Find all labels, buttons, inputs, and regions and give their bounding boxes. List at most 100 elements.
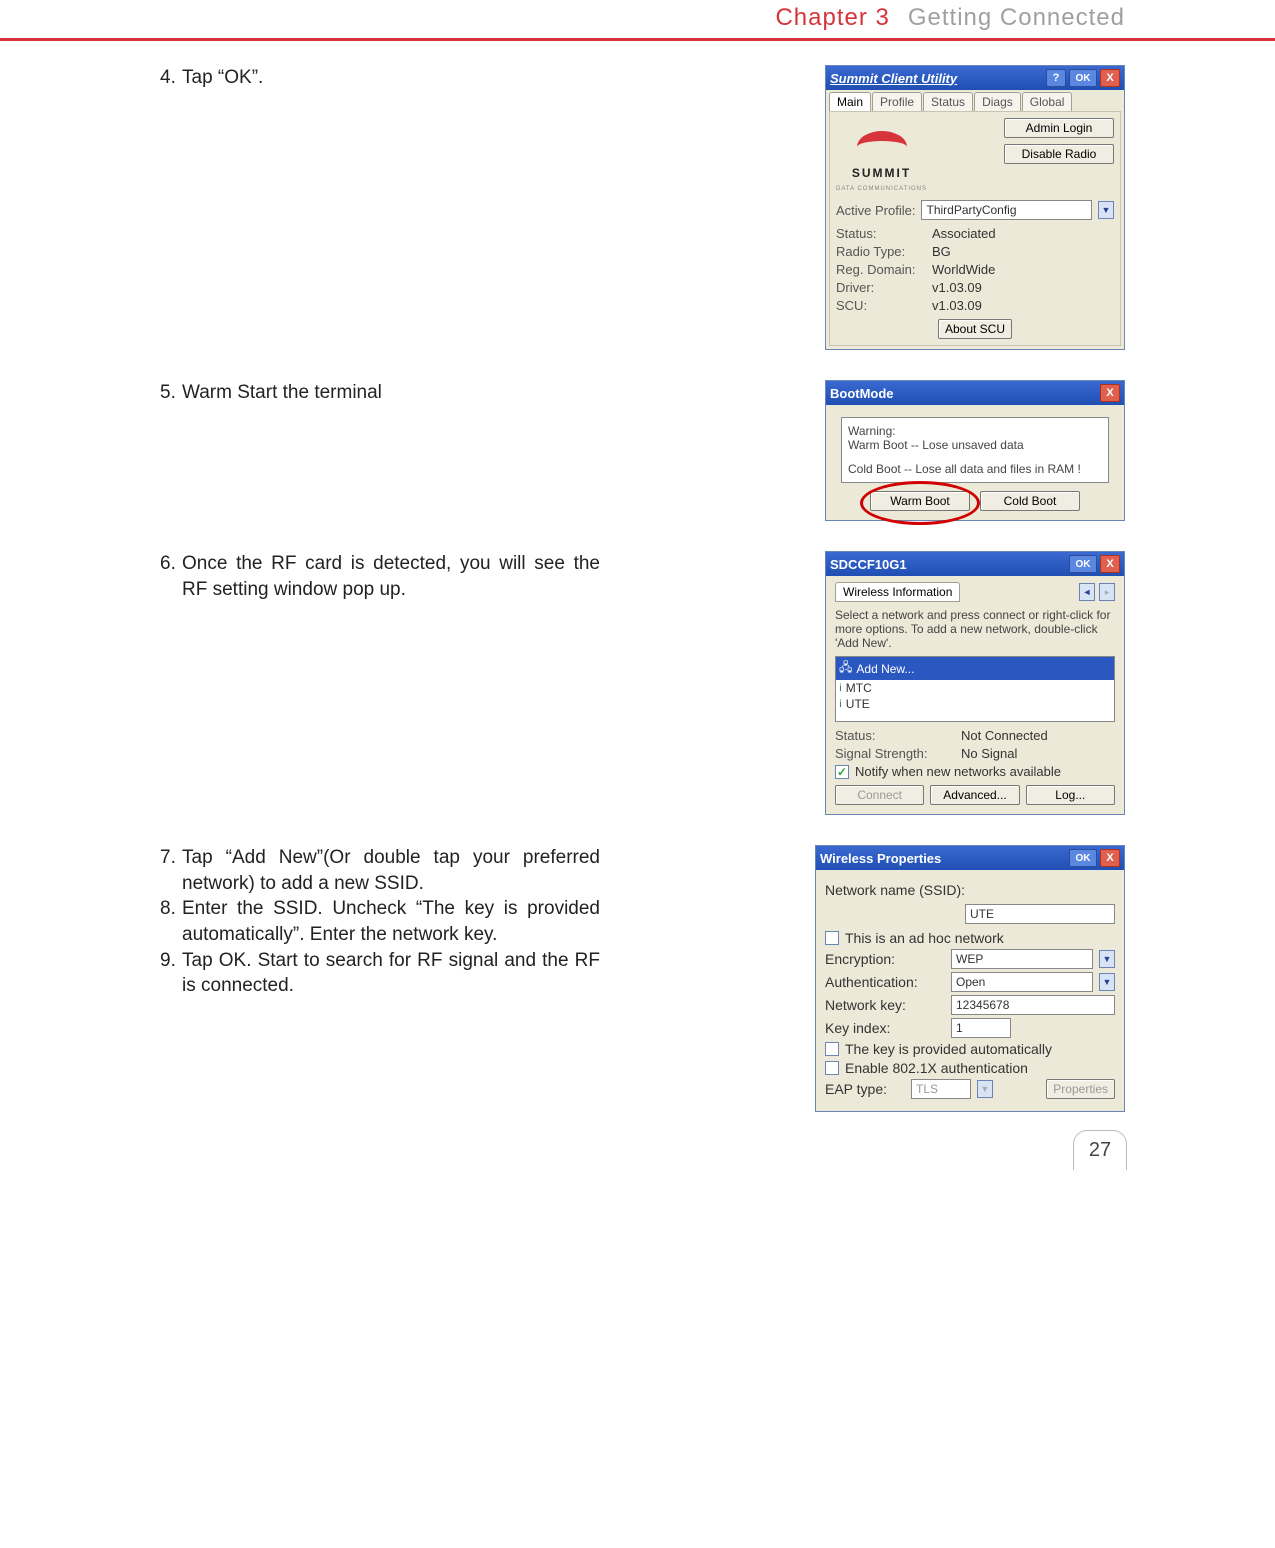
ssid-field[interactable]: UTE [965,904,1115,924]
warm-boot-button[interactable]: Warm Boot [870,491,970,511]
step-number: 5. [160,380,182,406]
encryption-label: Encryption: [825,951,945,967]
active-profile-label: Active Profile: [836,203,915,218]
log-button[interactable]: Log... [1026,785,1115,805]
chevron-down-icon[interactable]: ▼ [1098,201,1114,219]
radio-type-value: BG [932,244,951,259]
scu-titlebar[interactable]: Summit Client Utility ? OK X [826,66,1124,90]
adhoc-label: This is an ad hoc network [845,930,1004,946]
step-4-row: 4. Tap “OK”. Summit Client Utility ? OK … [160,65,1125,350]
enable-8021x-checkbox[interactable] [825,1061,839,1075]
tab-profile[interactable]: Profile [872,92,922,111]
close-button[interactable]: X [1100,384,1120,402]
tab-main[interactable]: Main [829,92,871,111]
step-text: Tap “Add New”(Or double tap your preferr… [182,845,600,896]
radio-type-label: Radio Type: [836,244,926,259]
encryption-select[interactable]: WEP [951,949,1093,969]
window-title: BootMode [830,386,1097,401]
ok-button[interactable]: OK [1069,69,1097,87]
list-item[interactable]: 𝗂 MTC [836,680,1114,696]
logo-subtext: DATA COMMUNICATIONS [836,186,927,192]
window-title: Wireless Properties [820,851,1066,866]
adhoc-checkbox[interactable] [825,931,839,945]
auto-key-checkbox[interactable] [825,1042,839,1056]
close-button[interactable]: X [1100,849,1120,867]
list-item[interactable]: 𝗂 UTE [836,696,1114,712]
tab-diags[interactable]: Diags [974,92,1021,111]
bootmode-window: BootMode X Warning: Warm Boot -- Lose un… [825,380,1125,521]
chevron-down-icon[interactable]: ▼ [1099,950,1115,968]
tab-status[interactable]: Status [923,92,973,111]
network-key-field[interactable]: 12345678 [951,995,1115,1015]
authentication-label: Authentication: [825,974,945,990]
properties-button[interactable]: Properties [1046,1079,1115,1099]
instructions-text: Select a network and press connect or ri… [835,608,1115,650]
cold-boot-button[interactable]: Cold Boot [980,491,1080,511]
logo-text: SUMMIT [852,166,911,180]
disable-radio-button[interactable]: Disable Radio [1004,144,1114,164]
cold-boot-msg: Cold Boot -- Lose all data and files in … [848,462,1102,476]
scu-version-label: SCU: [836,298,926,313]
list-item-addnew[interactable]: 🖧 Add New... [836,657,1114,680]
step-text: Tap OK. Start to search for RF signal an… [182,948,600,999]
driver-value: v1.03.09 [932,280,982,295]
help-button[interactable]: ? [1046,69,1066,87]
list-item-label: Add New... [856,662,914,676]
admin-login-button[interactable]: Admin Login [1004,118,1114,138]
status-value: Associated [932,226,996,241]
advanced-button[interactable]: Advanced... [930,785,1019,805]
eap-type-select[interactable]: TLS [911,1079,971,1099]
page-number: 27 [1073,1130,1127,1170]
warning-label: Warning: [848,424,1102,438]
chapter-title: Getting Connected [908,4,1125,32]
close-button[interactable]: X [1100,69,1120,87]
step-7-row: 7. Tap “Add New”(Or double tap your pref… [160,845,1125,1112]
signal-value: No Signal [961,746,1017,761]
list-item-label: MTC [846,681,872,695]
status-value: Not Connected [961,728,1048,743]
signal-icon: 𝗂 [839,683,842,694]
close-button[interactable]: X [1100,555,1120,573]
chevron-down-icon[interactable]: ▼ [1099,973,1115,991]
step-text: Enter the SSID. Uncheck “The key is prov… [182,896,600,947]
tab-wireless-info[interactable]: Wireless Information [835,582,960,602]
status-label: Status: [836,226,926,241]
tab-global[interactable]: Global [1022,92,1073,111]
network-list[interactable]: 🖧 Add New... 𝗂 MTC 𝗂 UTE [835,656,1115,722]
scu-tabs: Main Profile Status Diags Global [826,90,1124,111]
chapter-label: Chapter 3 [775,4,889,32]
wprop-titlebar[interactable]: Wireless Properties OK X [816,846,1124,870]
scu-version-value: v1.03.09 [932,298,982,313]
sdccf-titlebar[interactable]: SDCCF10G1 OK X [826,552,1124,576]
step-number: 6. [160,551,182,602]
arrow-right-icon[interactable]: ▸ [1099,583,1115,601]
ok-button[interactable]: OK [1069,849,1097,867]
bootmode-titlebar[interactable]: BootMode X [826,381,1124,405]
status-label: Status: [835,728,955,743]
ok-button[interactable]: OK [1069,555,1097,573]
eap-type-label: EAP type: [825,1081,905,1097]
connect-button[interactable]: Connect [835,785,924,805]
step-number: 9. [160,948,182,999]
notify-label: Notify when new networks available [855,764,1061,779]
step-number: 8. [160,896,182,947]
chevron-down-icon[interactable]: ▼ [977,1080,993,1098]
window-title: Summit Client Utility [830,71,1043,86]
summit-logo [842,118,922,160]
about-scu-button[interactable]: About SCU [938,319,1012,339]
step-number: 4. [160,65,182,91]
notify-checkbox[interactable]: ✓ [835,765,849,779]
step-5-row: 5. Warm Start the terminal BootMode X Wa… [160,380,1125,521]
arrow-left-icon[interactable]: ◄ [1079,583,1095,601]
authentication-select[interactable]: Open [951,972,1093,992]
enable-8021x-label: Enable 802.1X authentication [845,1060,1028,1076]
signal-label: Signal Strength: [835,746,955,761]
step-text: Once the RF card is detected, you will s… [182,551,600,602]
auto-key-label: The key is provided automatically [845,1041,1052,1057]
ssid-label: Network name (SSID): [825,882,1115,898]
scu-window: Summit Client Utility ? OK X Main Profil… [825,65,1125,350]
window-title: SDCCF10G1 [830,557,1066,572]
key-index-field[interactable]: 1 [951,1018,1011,1038]
step-text: Tap “OK”. [182,65,600,91]
active-profile-select[interactable]: ThirdPartyConfig [921,200,1092,220]
